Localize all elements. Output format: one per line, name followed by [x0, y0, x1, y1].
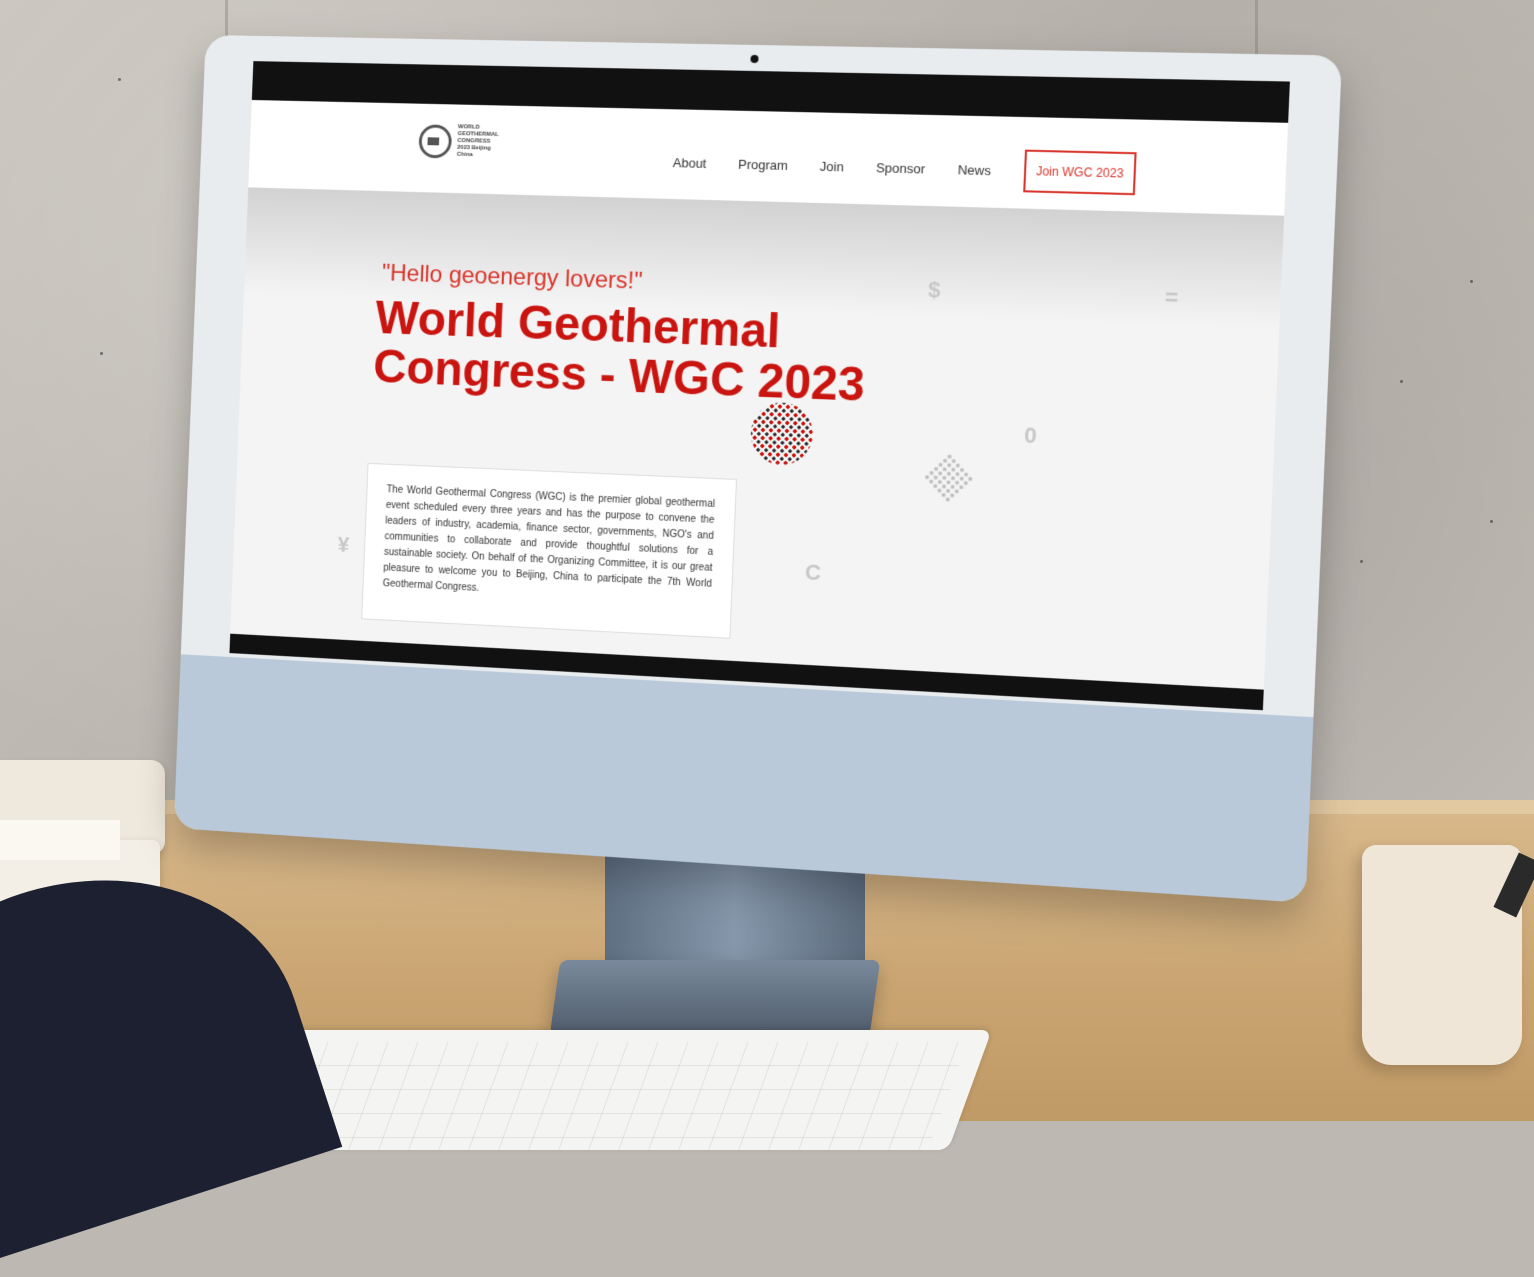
nav-join[interactable]: Join	[820, 158, 845, 174]
cent-icon: C	[805, 559, 822, 586]
main-nav: About Program Join Sponsor News Join WGC…	[672, 141, 1137, 195]
wall-pore	[1400, 380, 1403, 383]
equals-icon: =	[1164, 284, 1179, 311]
dot-pattern-decoration	[750, 402, 815, 467]
join-wgc-button[interactable]: Join WGC 2023	[1023, 150, 1137, 196]
dot-diamond-decoration	[923, 452, 975, 503]
wall-pore	[1360, 560, 1363, 563]
monitor-stand-base	[550, 960, 881, 1035]
website-screen: WORLD GEOTHERMAL CONGRESS 2023 Beijing C…	[230, 100, 1288, 690]
hero-title: World Geothermal Congress - WGC 2023	[372, 294, 927, 413]
temple-logo-icon	[418, 124, 452, 158]
pen-mug	[1362, 845, 1522, 1065]
wall-pore	[118, 78, 121, 81]
wall-pore	[100, 352, 103, 355]
wall-pore	[1470, 280, 1473, 283]
nav-about[interactable]: About	[673, 155, 707, 171]
logo-line: 2023 Beijing China	[457, 145, 506, 160]
intro-text-box: The World Geothermal Congress (WGC) is t…	[361, 463, 737, 639]
nav-sponsor[interactable]: Sponsor	[876, 160, 926, 176]
nav-news[interactable]: News	[957, 162, 991, 178]
logo-text: WORLD GEOTHERMAL CONGRESS 2023 Beijing C…	[457, 124, 507, 160]
camera-icon	[750, 55, 758, 63]
yen-icon: ¥	[337, 532, 350, 558]
wall-pore	[1490, 520, 1493, 523]
zero-icon: 0	[1024, 422, 1038, 449]
dollar-icon: $	[927, 277, 941, 304]
monitor: WORLD GEOTHERMAL CONGRESS 2023 Beijing C…	[174, 35, 1342, 903]
screen-bezel: WORLD GEOTHERMAL CONGRESS 2023 Beijing C…	[229, 61, 1289, 710]
nav-program[interactable]: Program	[738, 156, 788, 172]
intro-text: The World Geothermal Congress (WGC) is t…	[382, 484, 715, 594]
wgc-logo[interactable]: WORLD GEOTHERMAL CONGRESS 2023 Beijing C…	[418, 123, 506, 160]
paper-sheet	[0, 820, 120, 860]
